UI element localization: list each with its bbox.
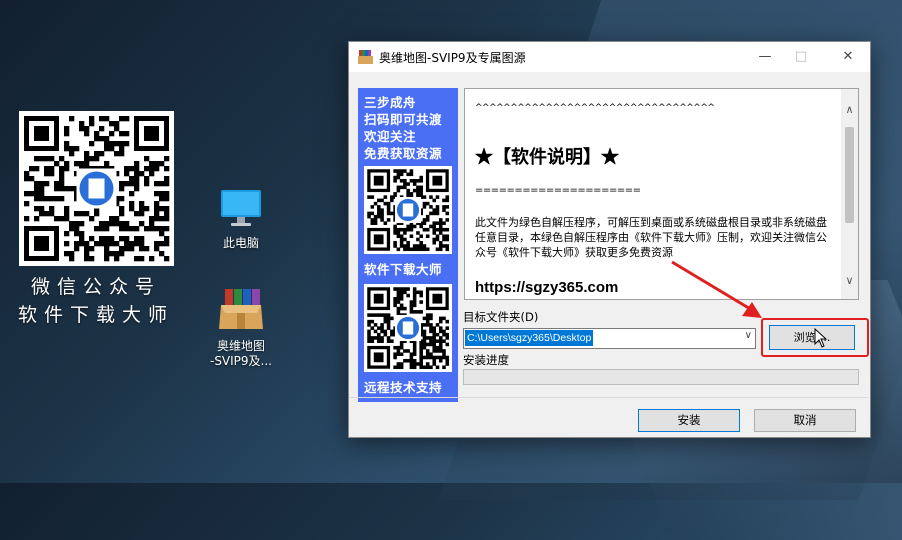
install-progress-bar xyxy=(463,369,859,385)
promo-line: 三步成舟 xyxy=(364,95,417,110)
title-bar[interactable]: 奥维地图-SVIP9及专属图源 — □ ✕ xyxy=(349,42,870,72)
window-title: 奥维地图-SVIP9及专属图源 xyxy=(379,51,526,65)
qr-code-graphic xyxy=(367,287,450,370)
description-textbox[interactable]: ^^^^^^^^^^^^^^^^^^^^^^^^^^^^^^^^^^ ★【软件说… xyxy=(464,88,859,300)
qr-code-graphic xyxy=(367,169,450,252)
maximize-button[interactable]: □ xyxy=(786,42,816,72)
promo-label-mid: 软件下载大师 xyxy=(364,262,443,277)
description-heading: ★【软件说明】★ xyxy=(475,147,619,168)
promo-line: 免费获取资源 xyxy=(364,146,443,161)
promo-panel: 三步成舟 扫码即可共渡 欢迎关注 免费获取资源 软件下载大师 远程技术支持 xyxy=(358,88,458,402)
app-icon xyxy=(358,50,373,64)
description-body: 此文件为绿色自解压程序，可解压到桌面或系统磁盘根目录或非系统磁盘任意目录，本绿色… xyxy=(475,216,827,259)
mouse-cursor-icon xyxy=(814,328,828,348)
progress-label: 安装进度 xyxy=(463,353,509,367)
install-button[interactable]: 安装 xyxy=(638,409,740,432)
desktop-icon-label: 奥维地图 -SVIP9及... xyxy=(209,339,272,368)
scrollbar-thumb[interactable] xyxy=(845,127,854,223)
vertical-scrollbar[interactable]: ∧ ∨ xyxy=(841,89,858,299)
destination-path-input[interactable]: C:\Users\sgzy365\Desktop ∨ xyxy=(463,328,756,349)
support-qr-code xyxy=(364,284,452,372)
monitor-icon xyxy=(221,190,261,226)
installer-window: 奥维地图-SVIP9及专属图源 — □ ✕ 三步成舟 扫码即可共渡 欢迎关注 免… xyxy=(348,41,871,438)
desktop-icon-this-pc[interactable]: 此电脑 xyxy=(201,188,281,251)
promo-label-bottom: 远程技术支持 xyxy=(364,380,443,395)
description-carets: ^^^^^^^^^^^^^^^^^^^^^^^^^^^^^^^^^^ xyxy=(475,103,715,113)
scroll-up-icon[interactable]: ∧ xyxy=(841,103,858,116)
desktop-icon-archive[interactable]: 奥维地图 -SVIP9及... xyxy=(201,289,281,369)
minimize-button[interactable]: — xyxy=(750,42,780,72)
desktop-icon-label: 此电脑 xyxy=(222,236,259,250)
qr-code-graphic xyxy=(24,116,170,262)
chevron-down-icon[interactable]: ∨ xyxy=(745,330,752,341)
cancel-button[interactable]: 取消 xyxy=(754,409,856,432)
destination-label: 目标文件夹(D) xyxy=(463,310,539,324)
qr-caption-line1: 微信公众号 xyxy=(30,276,161,298)
promo-line: 扫码即可共渡 xyxy=(364,112,443,127)
promo-line: 欢迎关注 xyxy=(364,129,417,144)
description-separator: ===================== xyxy=(475,185,641,196)
promo-qr-code xyxy=(364,166,452,254)
qr-caption-line2: 软件下载大师 xyxy=(17,304,174,326)
desktop-qr-code xyxy=(19,111,174,266)
winrar-archive-icon xyxy=(219,289,263,329)
destination-path-value: C:\Users\sgzy365\Desktop xyxy=(465,330,594,346)
scroll-down-icon[interactable]: ∨ xyxy=(841,274,858,287)
description-url: https://sgzy365.com xyxy=(475,279,619,296)
divider xyxy=(349,397,868,398)
close-button[interactable]: ✕ xyxy=(833,42,863,72)
